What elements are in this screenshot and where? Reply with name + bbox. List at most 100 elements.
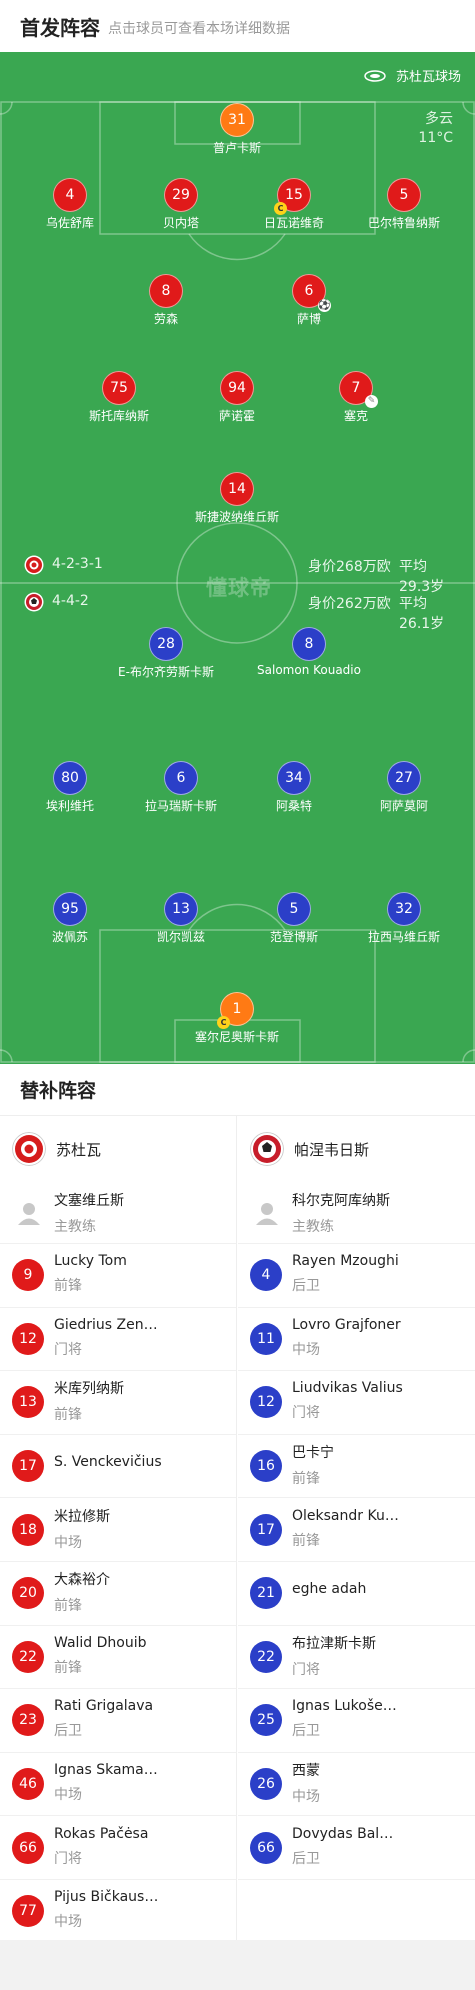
player-name: Ignas Skama…: [54, 1762, 158, 1779]
captain-badge: C: [217, 1016, 230, 1029]
player-number-disc: 75: [102, 371, 136, 405]
home-player[interactable]: 5 巴尔特鲁纳斯: [334, 178, 474, 231]
player-number-disc: 8: [292, 627, 326, 661]
home-player[interactable]: 31 普卢卡斯: [167, 103, 307, 156]
player-position: 门将: [54, 1850, 82, 1867]
player-name: 萨博: [296, 312, 321, 326]
lineup-header: 首发阵容 点击球员可查看本场详细数据: [0, 0, 475, 52]
player-name: 塞克: [343, 409, 368, 423]
player-name: 劳森: [153, 312, 178, 326]
player-number-disc: 34: [277, 761, 311, 795]
player-name: 巴卡宁: [292, 1445, 334, 1462]
sub-player-row[interactable]: 46 Ignas Skama… 中场: [0, 1753, 236, 1817]
sub-player-row[interactable]: 26 西蒙 中场: [238, 1753, 475, 1817]
home-average-age: 平均29.3岁: [399, 559, 445, 595]
coach-name: 文塞维丘斯: [54, 1192, 124, 1209]
player-number-disc: 66: [250, 1831, 282, 1864]
player-number-disc: 9: [12, 1259, 44, 1292]
player-position: 中场: [54, 1914, 82, 1931]
player-name: S. Venckevičius: [54, 1454, 162, 1471]
player-name: Dovydas Bal…: [292, 1825, 394, 1842]
player-number-disc: 7 ✎: [339, 371, 378, 408]
player-position: 中场: [292, 1789, 320, 1806]
home-player[interactable]: 7 ✎ 塞克: [286, 371, 426, 424]
player-number-disc: 27: [387, 761, 421, 795]
stadium-icon: [364, 69, 386, 82]
sub-player-row[interactable]: 77 Pijus Bičkaus… 中场: [0, 1880, 236, 1944]
away-player[interactable]: 1 C 塞尔尼奥斯卡斯: [167, 992, 307, 1045]
home-team-crest-icon: [24, 555, 44, 575]
player-number-disc: 4: [53, 178, 87, 212]
away-player[interactable]: 32 拉西马维丘斯: [334, 892, 474, 945]
home-substitutes: 苏杜瓦 文塞维丘斯 主教练 9 Lucky Tom 前锋 12 Giedrius Ze…: [0, 1116, 237, 1944]
player-number-disc: 21: [250, 1577, 282, 1610]
away-team-crest-icon: [250, 1132, 284, 1166]
player-name: 阿萨莫阿: [379, 799, 428, 813]
sub-player-row[interactable]: 17 S. Venckevičius: [0, 1435, 236, 1499]
player-number-disc: 94: [220, 371, 254, 405]
sub-player-row[interactable]: 22 布拉津斯卡斯 门将: [238, 1626, 475, 1690]
home-formation: 4-2-3-1: [52, 556, 103, 572]
goal-ball-icon: ⚽: [318, 299, 331, 312]
sub-player-row[interactable]: 25 Ignas Lukoše… 后卫: [238, 1689, 475, 1753]
stadium-info: 苏杜瓦球场: [364, 66, 461, 85]
player-number-disc: 6: [164, 761, 198, 795]
player-number-disc: 25: [250, 1704, 282, 1737]
player-number-disc: 22: [250, 1640, 282, 1673]
home-player[interactable]: 14 斯捷波纳维丘斯: [167, 472, 307, 525]
player-name: Ignas Lukoše…: [292, 1698, 397, 1715]
player-name: 斯捷波纳维丘斯: [194, 510, 279, 524]
sub-player-row[interactable]: 66 Rokas Pačėsa 门将: [0, 1816, 236, 1880]
sub-player-row[interactable]: 66 Dovydas Bal… 后卫: [238, 1816, 475, 1880]
lineup-page: 首发阵容 点击球员可查看本场详细数据 苏杜瓦球场 多云 11°C 懂球帝 31 …: [0, 0, 475, 1990]
sub-player-row[interactable]: 13 米库列纳斯 前锋: [0, 1371, 236, 1435]
home-team-summary: 4-2-3-1 身价268万欧 平均29.3岁: [24, 555, 454, 595]
away-player[interactable]: 27 阿萨莫阿: [334, 761, 474, 814]
home-player[interactable]: 8 劳森: [96, 274, 236, 327]
sub-player-row[interactable]: 20 大森裕介 前锋: [0, 1562, 236, 1626]
player-name: Liudvikas Valius: [292, 1380, 403, 1397]
player-number-disc: 15 C: [274, 178, 311, 215]
sub-player-row[interactable]: 22 Walid Dhouib 前锋: [0, 1626, 236, 1690]
player-name: Rati Grigalava: [54, 1698, 154, 1715]
player-number-disc: 32: [387, 892, 421, 926]
player-number-disc: 16: [250, 1450, 282, 1483]
away-coach[interactable]: 科尔克阿库纳斯 主教练: [238, 1182, 475, 1244]
sub-player-row[interactable]: 23 Rati Grigalava 后卫: [0, 1689, 236, 1753]
player-position: 中场: [54, 1534, 82, 1551]
player-name: Salomon Kouadio: [257, 663, 361, 677]
assist-shoe-icon: ✎: [365, 395, 378, 408]
player-number-disc: 28: [149, 627, 183, 661]
sub-player-row[interactable]: 12 Liudvikas Valius 门将: [238, 1371, 475, 1435]
sub-player-row[interactable]: 16 巴卡宁 前锋: [238, 1435, 475, 1499]
player-number-disc: 1 C: [217, 992, 254, 1029]
player-name: Lovro Grajfoner: [292, 1316, 401, 1333]
away-player[interactable]: 28 E-布尔齐劳斯卡斯: [96, 627, 236, 680]
player-name: 布拉津斯卡斯: [292, 1635, 376, 1652]
player-number-disc: 66: [12, 1831, 44, 1864]
home-player[interactable]: 6 ⚽ 萨博: [239, 274, 379, 327]
player-position: 后卫: [292, 1850, 320, 1867]
away-average-age: 平均26.1岁: [399, 596, 445, 632]
player-number-disc: 5: [277, 892, 311, 926]
sub-player-row[interactable]: 17 Oleksandr Ku… 前锋: [238, 1498, 475, 1562]
player-name: Lucky Tom: [54, 1253, 127, 1270]
player-position: 门将: [54, 1341, 82, 1358]
sub-player-row[interactable]: 4 Rayen Mzoughi 后卫: [238, 1244, 475, 1308]
sub-player-row[interactable]: 21 eghe adah: [238, 1562, 475, 1626]
away-player[interactable]: 8 Salomon Kouadio: [239, 627, 379, 677]
player-number-disc: 4: [250, 1259, 282, 1292]
player-number-disc: 80: [53, 761, 87, 795]
sub-player-row[interactable]: 12 Giedrius Zen… 门将: [0, 1308, 236, 1372]
sub-player-row[interactable]: 11 Lovro Grajfoner 中场: [238, 1308, 475, 1372]
away-team-crest-icon: [24, 592, 44, 612]
player-name: Walid Dhouib: [54, 1634, 147, 1651]
player-name: 拉西马维丘斯: [367, 930, 440, 944]
lineup-subtitle: 点击球员可查看本场详细数据: [108, 20, 290, 37]
sub-player-row[interactable]: 18 米拉修斯 中场: [0, 1498, 236, 1562]
captain-badge: C: [274, 202, 287, 215]
player-position: 后卫: [292, 1723, 320, 1740]
home-coach[interactable]: 文塞维丘斯 主教练: [0, 1182, 236, 1244]
player-name: 普卢卡斯: [212, 141, 261, 155]
sub-player-row[interactable]: 9 Lucky Tom 前锋: [0, 1244, 236, 1308]
